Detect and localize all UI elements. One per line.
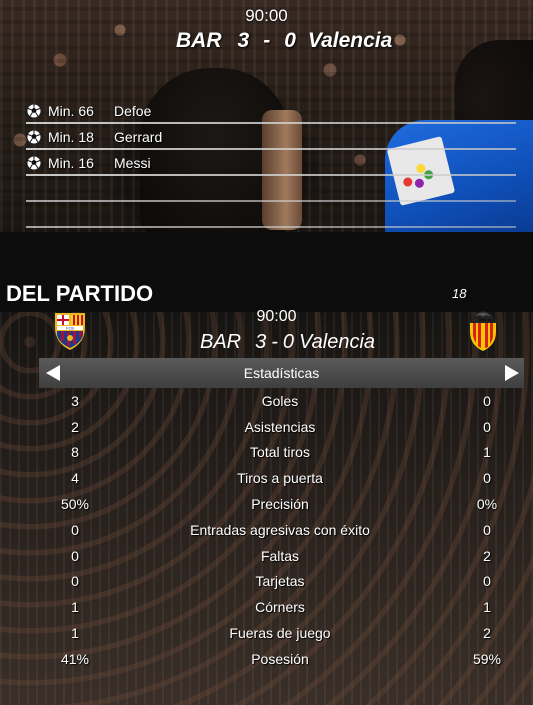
stat-row: 0 Tarjetas 0: [0, 569, 533, 595]
score-separator: -: [271, 331, 278, 353]
stat-row: 1 Córners 1: [0, 594, 533, 620]
empty-scorer-row: [26, 176, 516, 202]
stat-label: Posesión: [251, 650, 309, 667]
home-value: 1: [71, 625, 79, 642]
bottom-screen: DEL PARTIDO 18 FCB 90:00 BAR 3 - 0 Valen…: [0, 232, 533, 705]
stat-label: Goles: [261, 392, 299, 409]
scoreline: BAR 3 - 0 Valencia: [176, 29, 416, 53]
match-clock: 90:00: [245, 6, 288, 25]
stat-row: 0 Entradas agresivas con éxito 0: [0, 517, 533, 543]
away-value: 0: [483, 573, 491, 590]
stat-label: Tarjetas: [255, 573, 305, 590]
page-number: 18: [452, 286, 467, 301]
match-clock: 90:00: [256, 308, 297, 325]
home-value: 2: [71, 418, 79, 435]
home-value: 0: [71, 521, 79, 538]
football-icon: [26, 155, 42, 171]
home-team: BAR: [176, 29, 222, 52]
svg-text:FCB: FCB: [66, 326, 74, 331]
stats-tab-bar: Estadísticas: [39, 358, 524, 388]
away-team: Valencia: [299, 331, 376, 353]
stat-row: 8 Total tiros 1: [0, 440, 533, 466]
home-goals: 3: [237, 29, 250, 52]
top-screen: 90:00 BAR 3 - 0 Valencia Min. 66 Defoe M…: [0, 0, 533, 232]
football-icon: [26, 129, 42, 145]
goal-scorer: Defoe: [114, 103, 152, 119]
away-value: 59%: [472, 650, 502, 667]
away-value: 2: [483, 547, 491, 564]
scorer-row: Min. 66 Defoe: [26, 98, 516, 124]
home-team: BAR: [200, 331, 242, 353]
away-value: 0: [483, 418, 491, 435]
home-value: 4: [71, 470, 79, 487]
scorer-row: Min. 16 Messi: [26, 150, 516, 176]
away-team: Valencia: [307, 29, 393, 52]
goal-minute: Min. 16: [48, 155, 94, 171]
right-arrow-icon[interactable]: [505, 365, 519, 381]
goal-scorer: Messi: [114, 155, 151, 171]
away-goals: 0: [282, 331, 295, 353]
score-separator: -: [263, 29, 271, 52]
stat-row: 0 Faltas 2: [0, 543, 533, 569]
away-value: 0: [483, 392, 491, 409]
home-value: 50%: [60, 496, 90, 513]
stat-label: Asistencias: [244, 418, 316, 435]
away-value: 1: [483, 444, 491, 461]
left-arrow-icon[interactable]: [46, 365, 60, 381]
stat-label: Córners: [255, 599, 305, 616]
away-value: 0%: [476, 496, 498, 513]
row-divider: [26, 226, 516, 228]
tab-statistics: Estadísticas: [243, 365, 320, 381]
home-value: 0: [71, 573, 79, 590]
stat-row: 41% Posesión 59%: [0, 646, 533, 672]
page-title: DEL PARTIDO: [6, 281, 154, 306]
stat-row: 50% Precisión 0%: [0, 491, 533, 517]
stat-row: 2 Asistencias 0: [0, 414, 533, 440]
stat-row: 1 Fueras de juego 2: [0, 620, 533, 646]
stat-label: Total tiros: [250, 444, 310, 461]
home-value: 41%: [60, 650, 90, 667]
home-value: 8: [71, 444, 79, 461]
goal-scorers-list: Min. 66 Defoe Min. 18 Gerrard Min. 16 Me…: [26, 98, 516, 228]
away-goals: 0: [284, 29, 296, 52]
empty-scorer-row: [26, 202, 516, 228]
stat-label: Tiros a puerta: [237, 470, 323, 487]
home-value: 1: [71, 599, 79, 616]
home-value: 3: [71, 392, 79, 409]
away-value: 0: [483, 521, 491, 538]
scoreline: BAR 3 - 0 Valencia: [200, 331, 420, 354]
away-value: 0: [483, 470, 491, 487]
away-value: 1: [483, 599, 491, 616]
stat-label: Faltas: [260, 547, 300, 564]
goal-minute: Min. 66: [48, 103, 94, 119]
goal-minute: Min. 18: [48, 129, 94, 145]
home-value: 0: [71, 547, 79, 564]
stat-label: Fueras de juego: [229, 625, 331, 642]
away-value: 2: [483, 625, 491, 642]
football-icon: [26, 103, 42, 119]
stat-row: 3 Goles 0: [0, 388, 533, 414]
goal-scorer: Gerrard: [114, 129, 163, 145]
stat-label: Precisión: [251, 496, 309, 513]
stats-table: 3 Goles 0 2 Asistencias 0 8 Total tiros …: [0, 388, 533, 672]
stat-label: Entradas agresivas con éxito: [190, 521, 370, 538]
home-goals: 3: [255, 331, 267, 353]
scorer-row: Min. 18 Gerrard: [26, 124, 516, 150]
stat-row: 4 Tiros a puerta 0: [0, 465, 533, 491]
